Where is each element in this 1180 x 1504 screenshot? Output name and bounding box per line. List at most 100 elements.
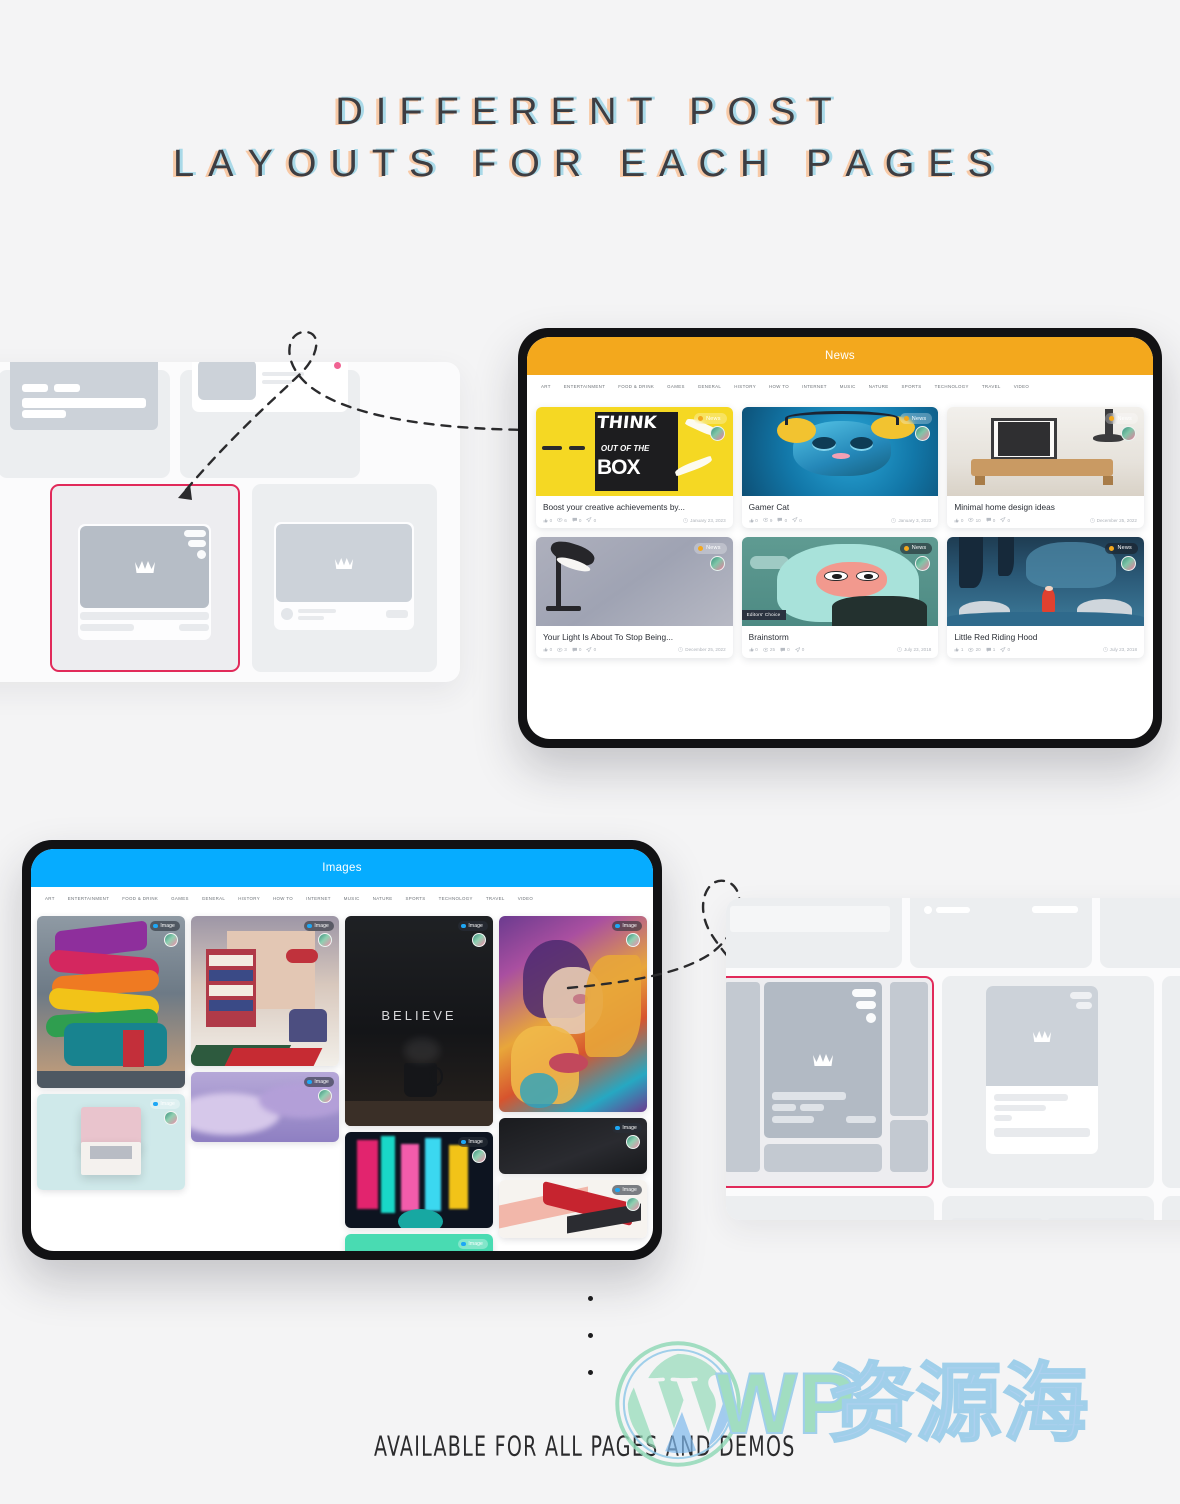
nav-category-entertainment[interactable]: ENTERTAINMENT bbox=[564, 384, 605, 389]
post-category-badge[interactable]: News bbox=[1105, 413, 1138, 424]
image-category-badge[interactable]: Image bbox=[457, 1239, 488, 1249]
image-thumbnail[interactable]: Image bbox=[191, 916, 339, 1066]
wireframe-cell[interactable] bbox=[1162, 1196, 1180, 1220]
wireframe-cell[interactable] bbox=[726, 1196, 934, 1220]
image-card[interactable]: BELIEVE Image bbox=[345, 916, 493, 1126]
image-card[interactable]: Image bbox=[499, 1118, 647, 1174]
wireframe-cell[interactable] bbox=[942, 976, 1154, 1188]
nav-category-games[interactable]: GAMES bbox=[171, 896, 189, 901]
post-card[interactable]: News Gamer Cat 0 9 0 0 January 3, 2023 bbox=[741, 407, 939, 528]
wireframe-cell[interactable] bbox=[1162, 976, 1180, 1188]
author-avatar[interactable] bbox=[626, 1135, 640, 1149]
image-card[interactable]: Image bbox=[345, 1132, 493, 1228]
nav-category-music[interactable]: MUSIC bbox=[840, 384, 856, 389]
image-category-badge[interactable]: Image bbox=[457, 1137, 488, 1147]
author-avatar[interactable] bbox=[709, 555, 725, 571]
author-avatar[interactable] bbox=[164, 933, 178, 947]
image-category-badge[interactable]: Image bbox=[457, 921, 488, 931]
post-thumbnail[interactable]: News bbox=[741, 407, 939, 496]
nav-category-how-to[interactable]: HOW TO bbox=[769, 384, 789, 389]
post-shares[interactable]: 0 bbox=[586, 647, 596, 653]
post-likes[interactable]: 0 bbox=[749, 518, 758, 523]
post-comments[interactable]: 0 bbox=[572, 517, 581, 523]
nav-category-food-drink[interactable]: FOOD & DRINK bbox=[122, 896, 158, 901]
post-comments[interactable]: 0 bbox=[780, 647, 790, 653]
author-avatar[interactable] bbox=[472, 1149, 486, 1163]
author-avatar[interactable] bbox=[164, 1111, 178, 1125]
image-thumbnail[interactable]: Image bbox=[191, 1072, 339, 1142]
author-avatar[interactable] bbox=[709, 426, 725, 441]
image-card[interactable]: Image bbox=[191, 1072, 339, 1142]
image-card[interactable]: Image bbox=[191, 916, 339, 1066]
nav-category-sports[interactable]: SPORTS bbox=[406, 896, 426, 901]
author-avatar[interactable] bbox=[318, 933, 332, 947]
nav-category-how-to[interactable]: HOW TO bbox=[273, 896, 293, 901]
nav-category-internet[interactable]: INTERNET bbox=[802, 384, 827, 389]
wireframe-cell[interactable] bbox=[252, 484, 437, 672]
nav-category-video[interactable]: VIDEO bbox=[518, 896, 533, 901]
post-shares[interactable]: 0 bbox=[792, 517, 802, 523]
image-thumbnail[interactable]: Image bbox=[499, 1180, 647, 1238]
image-category-badge[interactable]: Image bbox=[303, 1077, 334, 1087]
image-thumbnail[interactable]: Image bbox=[37, 916, 185, 1088]
post-likes[interactable]: 0 bbox=[954, 518, 963, 523]
post-likes[interactable]: 0 bbox=[543, 518, 552, 523]
wireframe-cell-selected[interactable] bbox=[50, 484, 240, 672]
post-card[interactable]: News Your Light Is About To Stop Being..… bbox=[536, 536, 733, 658]
post-card[interactable]: News Minimal home design ideas 0 10 0 0 … bbox=[947, 407, 1144, 528]
nav-category-sports[interactable]: SPORTS bbox=[902, 384, 922, 389]
image-category-badge[interactable]: Image bbox=[149, 1099, 180, 1109]
post-shares[interactable]: 0 bbox=[1000, 517, 1010, 523]
post-shares[interactable]: 0 bbox=[1000, 647, 1010, 653]
author-avatar[interactable] bbox=[472, 933, 486, 947]
author-avatar[interactable] bbox=[626, 1197, 640, 1211]
post-comments[interactable]: 0 bbox=[777, 517, 787, 523]
nav-category-travel[interactable]: TRAVEL bbox=[486, 896, 505, 901]
post-title[interactable]: Your Light Is About To Stop Being... bbox=[543, 632, 726, 642]
image-card[interactable]: Image bbox=[37, 916, 185, 1088]
image-card[interactable]: Image bbox=[499, 916, 647, 1112]
post-category-badge[interactable]: News bbox=[694, 413, 727, 424]
post-card[interactable]: THINK OUT OF THE BOX News Boost your cre… bbox=[536, 407, 733, 528]
nav-category-general[interactable]: GENERAL bbox=[698, 384, 721, 389]
image-category-badge[interactable]: Image bbox=[611, 921, 642, 931]
post-card[interactable]: News Little Red Riding Hood 1 20 1 0 Jul… bbox=[947, 536, 1144, 658]
author-avatar[interactable] bbox=[1121, 426, 1136, 441]
wireframe-cell-selected[interactable] bbox=[726, 976, 934, 1188]
nav-category-history[interactable]: HISTORY bbox=[238, 896, 260, 901]
nav-category-general[interactable]: GENERAL bbox=[202, 896, 225, 901]
wireframe-cell[interactable] bbox=[910, 898, 1092, 968]
post-category-badge[interactable]: News bbox=[694, 542, 727, 554]
image-category-badge[interactable]: Image bbox=[611, 1123, 642, 1133]
post-category-badge[interactable]: News bbox=[899, 413, 933, 424]
nav-category-games[interactable]: GAMES bbox=[667, 384, 685, 389]
post-category-badge[interactable]: News bbox=[899, 542, 933, 554]
nav-category-internet[interactable]: INTERNET bbox=[306, 896, 331, 901]
image-thumbnail[interactable]: Image bbox=[345, 1234, 493, 1251]
image-card[interactable]: Image bbox=[345, 1234, 493, 1251]
nav-category-art[interactable]: ART bbox=[45, 896, 55, 901]
post-comments[interactable]: 0 bbox=[986, 517, 995, 523]
nav-category-nature[interactable]: NATURE bbox=[373, 896, 393, 901]
post-title[interactable]: Little Red Riding Hood bbox=[954, 632, 1137, 642]
image-thumbnail[interactable]: Image bbox=[345, 1132, 493, 1228]
post-thumbnail[interactable]: THINK OUT OF THE BOX News bbox=[536, 407, 733, 496]
nav-category-nature[interactable]: NATURE bbox=[869, 384, 889, 389]
post-likes[interactable]: 0 bbox=[749, 647, 758, 652]
post-title[interactable]: Brainstorm bbox=[749, 632, 932, 642]
post-thumbnail[interactable]: News bbox=[536, 536, 733, 626]
author-avatar[interactable] bbox=[318, 1089, 332, 1103]
post-card[interactable]: News Editors' Choice Brainstorm 0 25 0 0… bbox=[741, 536, 939, 658]
image-thumbnail[interactable]: Image bbox=[37, 1094, 185, 1190]
image-category-badge[interactable]: Image bbox=[303, 921, 334, 931]
nav-category-music[interactable]: MUSIC bbox=[344, 896, 360, 901]
image-thumbnail[interactable]: Image bbox=[499, 1118, 647, 1174]
nav-category-technology[interactable]: TECHNOLOGY bbox=[935, 384, 969, 389]
nav-category-technology[interactable]: TECHNOLOGY bbox=[439, 896, 473, 901]
image-category-badge[interactable]: Image bbox=[149, 921, 180, 931]
post-comments[interactable]: 0 bbox=[572, 647, 581, 653]
image-thumbnail[interactable]: Image bbox=[499, 916, 647, 1112]
nav-category-food-drink[interactable]: FOOD & DRINK bbox=[618, 384, 654, 389]
post-title[interactable]: Gamer Cat bbox=[749, 502, 932, 512]
post-shares[interactable]: 0 bbox=[794, 647, 804, 653]
